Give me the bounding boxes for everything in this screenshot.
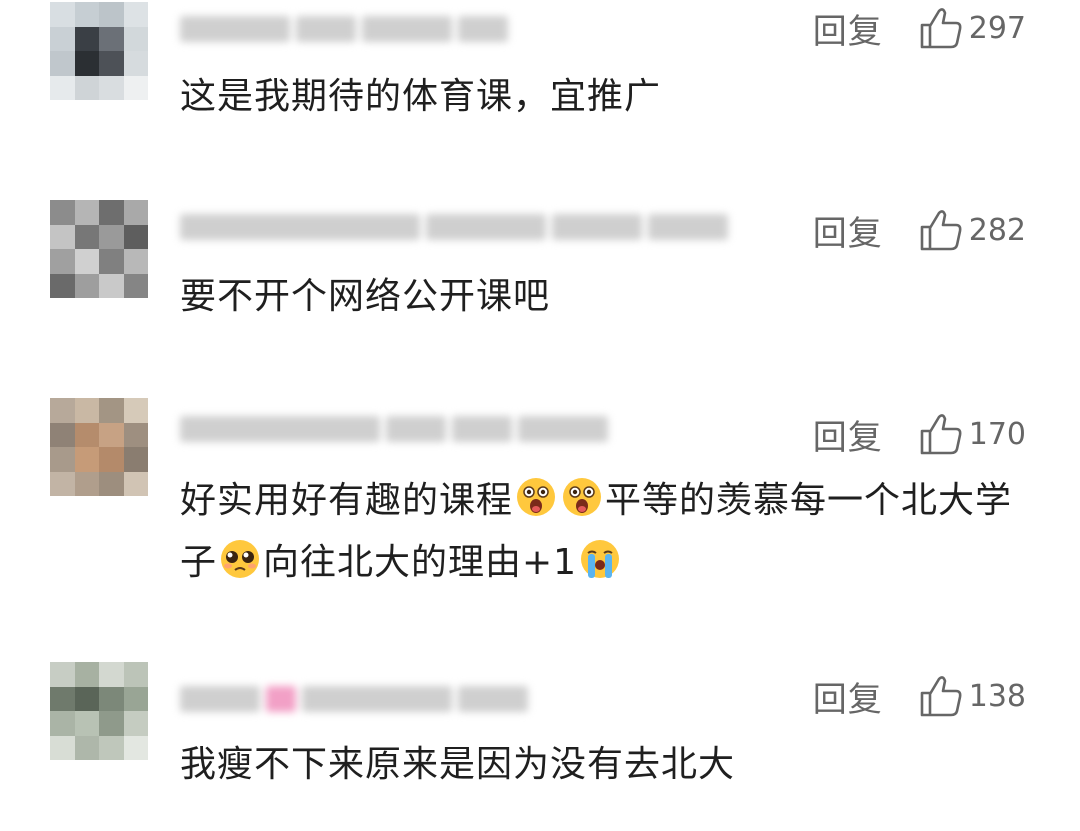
reply-button[interactable]: 回复: [813, 4, 883, 53]
like-button[interactable]: 297: [919, 7, 1026, 49]
avatar[interactable]: [50, 2, 148, 100]
comment-actions: 回复 297: [813, 4, 1026, 52]
like-count: 297: [968, 10, 1026, 46]
like-count: 282: [968, 212, 1026, 248]
username-blurred[interactable]: [180, 210, 728, 244]
comment-text-part: 要不开个网络公开课吧: [180, 276, 551, 317]
reply-button[interactable]: 回复: [813, 410, 883, 459]
avatar[interactable]: [50, 662, 148, 760]
comment-actions: 回复 282: [813, 206, 1026, 254]
username-blurred[interactable]: [180, 12, 508, 46]
like-button[interactable]: 282: [919, 209, 1026, 251]
comment-text: 要不开个网络公开课吧: [180, 266, 1030, 328]
comment-text-part: 我瘦不下来原来是因为没有去北大: [180, 744, 736, 785]
like-count: 138: [968, 678, 1026, 714]
avatar[interactable]: [50, 200, 148, 298]
thumbs-up-icon: [920, 8, 962, 49]
comment-actions: 回复 138: [813, 672, 1026, 720]
like-button[interactable]: 170: [919, 413, 1026, 455]
comment-text: 好实用好有趣的课程 平等的羡慕每一个北大学子 向往北大的理由+1: [180, 470, 1030, 594]
comment-text: 这是我期待的体育课，宜推广: [180, 66, 1030, 128]
comment-text-part: 向往北大的理由+1: [263, 542, 578, 583]
comment-text-part: 好实用好有趣的课程: [180, 480, 514, 521]
thumbs-up-icon: [920, 414, 962, 455]
thumbs-up-icon: [920, 676, 962, 717]
shocked-face-emoji-icon: [563, 478, 602, 516]
comment-text-part: 这是我期待的体育课，宜推广: [180, 76, 662, 117]
username-blurred[interactable]: [180, 682, 528, 716]
like-count: 170: [968, 416, 1026, 452]
username-blurred[interactable]: [180, 412, 608, 446]
pleading-face-emoji-icon: [221, 540, 260, 578]
like-button[interactable]: 138: [919, 675, 1026, 717]
avatar[interactable]: [50, 398, 148, 496]
reply-button[interactable]: 回复: [813, 206, 883, 255]
comment-actions: 回复 170: [813, 410, 1026, 458]
shocked-face-emoji-icon: [517, 478, 556, 516]
comment-text: 我瘦不下来原来是因为没有去北大: [180, 734, 1030, 796]
reply-button[interactable]: 回复: [813, 672, 883, 721]
thumbs-up-icon: [920, 210, 962, 251]
loudly-crying-face-emoji-icon: [581, 540, 620, 578]
